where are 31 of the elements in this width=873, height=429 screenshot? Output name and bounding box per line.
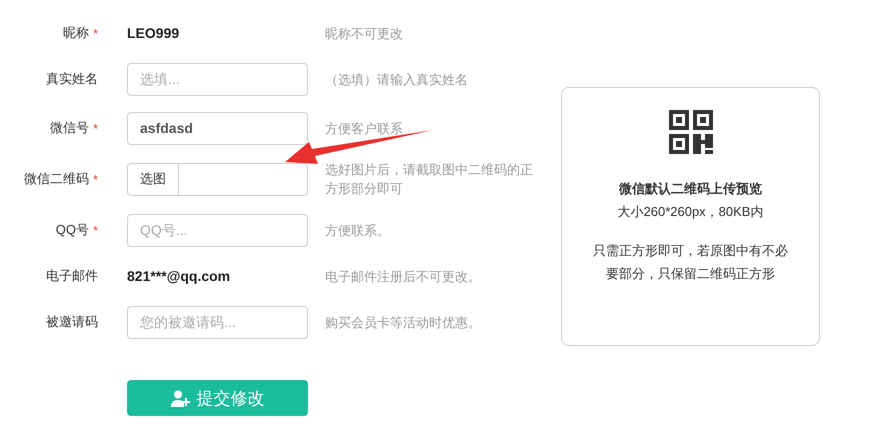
input-field[interactable]: 选填... [127,62,308,96]
field-label: 真实姓名 [46,70,98,88]
field-label: 微信号 [50,119,89,137]
help-text: 昵称不可更改 [325,24,403,42]
choose-image-button[interactable]: 选图 [128,164,179,194]
required-mark: * [92,172,98,186]
help-text: 购买会员卡等活动时优惠。 [325,314,481,332]
field-label: 微信二维码 [24,170,89,188]
help-text: 方便联系。 [325,222,390,240]
input-field[interactable]: asfdasd [127,112,308,144]
input-field[interactable]: QQ号... [127,214,308,246]
field-label: 昵称 [62,24,89,42]
user-plus-icon [170,390,190,406]
field-label: QQ号 [56,221,89,239]
help-text: 电子邮件注册后不可更改。 [325,268,481,286]
file-picker[interactable]: 选图 [127,162,308,196]
field-label: 被邀请码 [46,313,98,331]
field-value: LEO999 [127,25,180,41]
field-value: 821***@qq.com [127,268,230,284]
preview-title: 微信默认二维码上传预览 [619,180,762,198]
required-mark: * [92,120,98,136]
help-text: 方便客户联系 [325,120,403,138]
required-mark: * [92,222,98,238]
qr-code-icon [668,110,712,154]
size-note: 大小260*260px，80KB内 [618,203,764,221]
required-mark: * [92,26,98,40]
field-label: 电子邮件 [46,267,98,285]
preview-tip: 只需正方形即可，若原图中有不必要部分，只保留二维码正方形 [592,242,789,283]
help-text: （选填）请输入真实姓名 [325,70,468,88]
input-field[interactable]: 您的被邀请码... [127,306,308,338]
help-text: 选好图片后，请截取图中二维码的正方形部分即可 [325,161,534,198]
